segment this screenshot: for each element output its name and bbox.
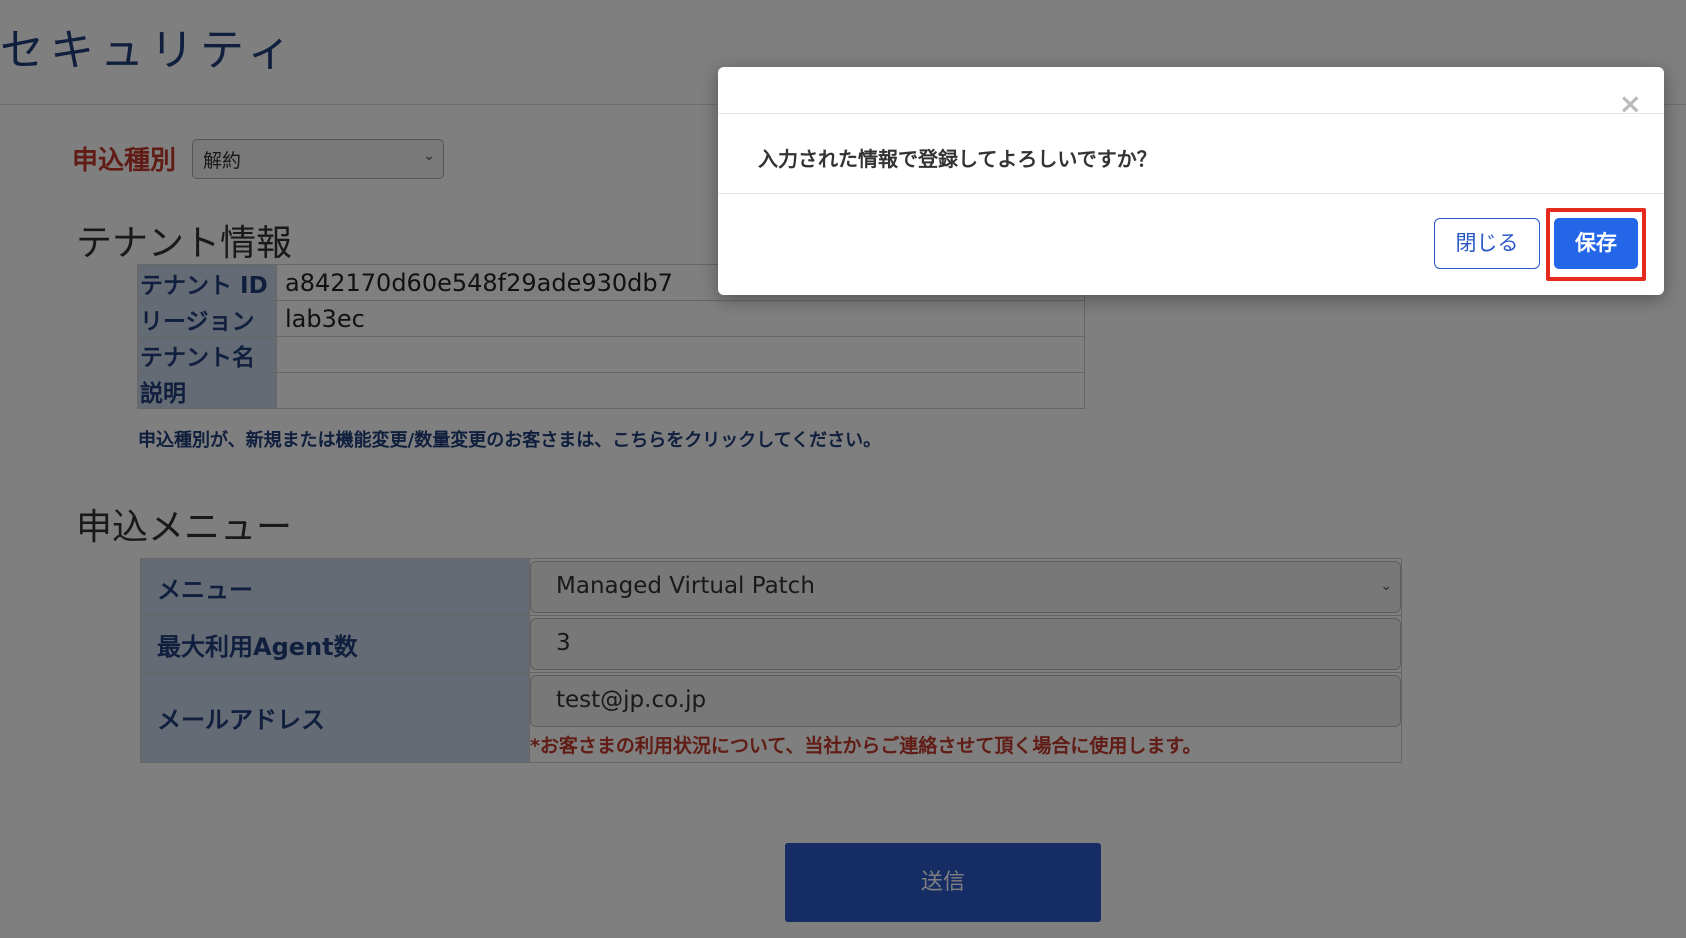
close-icon[interactable]: × — [1619, 87, 1642, 120]
save-button[interactable]: 保存 — [1554, 218, 1638, 269]
confirm-dialog: × 入力された情報で登録してよろしいですか？ 閉じる 保存 — [718, 67, 1664, 295]
modal-header-divider — [718, 113, 1664, 114]
close-button[interactable]: 閉じる — [1434, 218, 1540, 269]
confirm-message: 入力された情報で登録してよろしいですか？ — [758, 147, 1157, 171]
modal-footer-divider — [718, 193, 1664, 194]
